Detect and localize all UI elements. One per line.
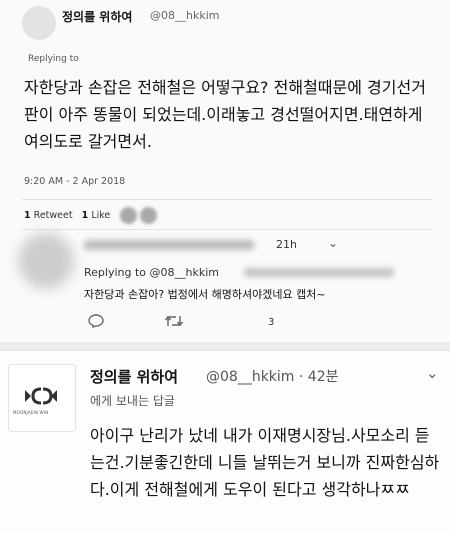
logo-text: MOONJAEIN WIN: [13, 410, 49, 415]
chevron-down-icon[interactable]: ⌄: [328, 236, 338, 250]
reply-avatar[interactable]: [18, 233, 74, 289]
chevron-down-icon[interactable]: ⌄: [426, 364, 439, 382]
like-label[interactable]: Like: [91, 210, 110, 221]
reply-icon[interactable]: [88, 314, 104, 332]
tweet-stats: 1 Retweet 1 Like: [24, 210, 110, 221]
avatar[interactable]: [22, 6, 56, 40]
tweet-author-handle[interactable]: @08__hkkim: [150, 9, 219, 22]
tweet-author-name[interactable]: 정의를 위하여: [90, 366, 178, 387]
tweet-timestamp[interactable]: 9:20 AM - 2 Apr 2018: [24, 176, 125, 187]
like-count[interactable]: 1: [82, 210, 89, 221]
tweet-text: 자한당과 손잡은 전해철은 어떻구요? 전해철때문에 경기선거판이 아주 똥물이…: [24, 78, 426, 151]
like-count[interactable]: 3: [268, 317, 274, 328]
retweet-label[interactable]: Retweet: [34, 210, 73, 221]
screenshot-separator: [0, 342, 450, 350]
tweet-author-handle-time[interactable]: @08__hkkim · 42분: [206, 366, 338, 386]
retweet-count[interactable]: 1: [24, 210, 31, 221]
retweet-icon[interactable]: [164, 314, 184, 332]
reply-replying-to: Replying to @08__hkkim: [84, 266, 219, 279]
reply-text: 자한당과 손잡아? 법정에서 해명하셔야겠네요 캡처~: [84, 288, 326, 301]
divider: [22, 229, 432, 230]
liker-avatar[interactable]: [120, 207, 137, 224]
tweet-text: 아이구 난리가 났네 내가 이재명시장님.사모소리 듣는건.기분좋긴한데 니들 …: [90, 426, 440, 499]
divider: [22, 199, 432, 200]
reply-author-redacted: [84, 240, 254, 250]
reply-to-line: 에게 보내는 답글: [90, 394, 175, 408]
tweet-author-name[interactable]: 정의를 위하여: [62, 8, 132, 25]
liker-avatar[interactable]: [140, 207, 157, 224]
mc-logo-icon: [25, 387, 57, 405]
reply-time[interactable]: 21h: [276, 238, 297, 251]
replying-to-label: Replying to: [28, 54, 79, 64]
reply-replying-to-redacted: [244, 268, 394, 277]
